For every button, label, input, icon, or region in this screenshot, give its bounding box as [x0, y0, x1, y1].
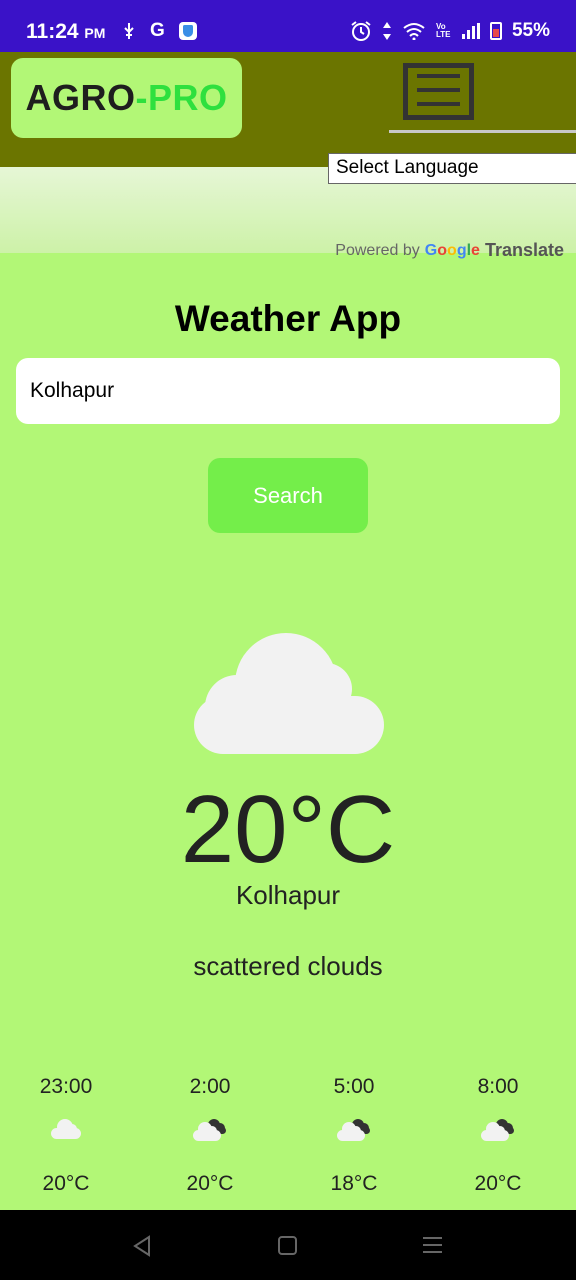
- current-temperature: 20°C: [180, 776, 396, 883]
- forecast-item: 2:00 20°C: [150, 1075, 270, 1196]
- google-logo: Google: [424, 241, 480, 259]
- wifi-icon: [403, 23, 425, 40]
- cloud-icon: [194, 633, 384, 754]
- data-transfer-icon: [382, 22, 391, 40]
- status-ampm: PM: [84, 25, 106, 41]
- broken-clouds-icon: [481, 1119, 514, 1141]
- battery-level: 55%: [511, 20, 550, 41]
- page-title: Weather App: [174, 298, 402, 339]
- signal-icon: [461, 23, 480, 39]
- hamburger-menu-icon[interactable]: [403, 63, 474, 120]
- logo-text-agro: AGRO: [25, 77, 136, 118]
- powered-by-google-translate[interactable]: Powered by Google Translate: [335, 240, 564, 261]
- home-icon[interactable]: [278, 1236, 297, 1255]
- city-search-input[interactable]: [16, 358, 560, 424]
- recents-icon[interactable]: [423, 1237, 442, 1258]
- app-header: AGRO - PRO: [0, 52, 576, 167]
- alarm-icon: [351, 21, 371, 41]
- back-icon[interactable]: [132, 1235, 152, 1257]
- forecast-temp: 20°C: [42, 1172, 90, 1195]
- broken-clouds-icon: [193, 1119, 226, 1141]
- cloud-icon: [51, 1119, 81, 1139]
- forecast-time: 23:00: [39, 1075, 93, 1098]
- translate-label: Translate: [484, 240, 564, 260]
- search-button[interactable]: Search: [208, 458, 368, 533]
- city-name: Kolhapur: [235, 880, 341, 910]
- forecast-temp: 20°C: [186, 1172, 234, 1195]
- forecast-time: 8:00: [477, 1075, 519, 1098]
- forecast-item: 23:00 20°C: [6, 1075, 126, 1196]
- logo-text-pro: PRO: [147, 77, 228, 118]
- forecast-temp: 20°C: [474, 1172, 522, 1195]
- hourly-forecast: 23:00 20°C 2:00 20°C 5:00 18°C 8:00 20°C: [0, 1075, 576, 1205]
- google-icon: G: [150, 20, 165, 41]
- status-notification-icons: G: [122, 20, 197, 42]
- status-time: 11:24 PM: [26, 20, 105, 44]
- agro-pro-logo[interactable]: AGRO - PRO: [11, 58, 242, 138]
- security-shield-icon: [178, 22, 197, 40]
- status-system-icons: Vo LTE 55%: [350, 20, 550, 42]
- status-bar: 11:24 PM G Vo LTE 55%: [0, 0, 576, 52]
- volte-label: Vo LTE: [435, 22, 451, 39]
- broken-clouds-icon: [337, 1119, 370, 1141]
- forecast-item: 5:00 18°C: [294, 1075, 414, 1196]
- logo-text-dash: -: [135, 77, 148, 118]
- forecast-time: 2:00: [189, 1075, 231, 1098]
- menu-divider: [389, 130, 576, 133]
- forecast-item: 8:00 20°C: [438, 1075, 558, 1196]
- battery-icon: [489, 22, 502, 40]
- forecast-time: 5:00: [333, 1075, 375, 1098]
- forecast-temp: 18°C: [330, 1172, 378, 1195]
- system-navigation-bar: [0, 1210, 576, 1280]
- usb-icon: [124, 23, 134, 39]
- status-clock: 11:24: [26, 20, 79, 43]
- powered-by-label: Powered by: [335, 241, 420, 259]
- language-select[interactable]: Select Language: [328, 153, 576, 184]
- weather-description: scattered clouds: [193, 951, 383, 981]
